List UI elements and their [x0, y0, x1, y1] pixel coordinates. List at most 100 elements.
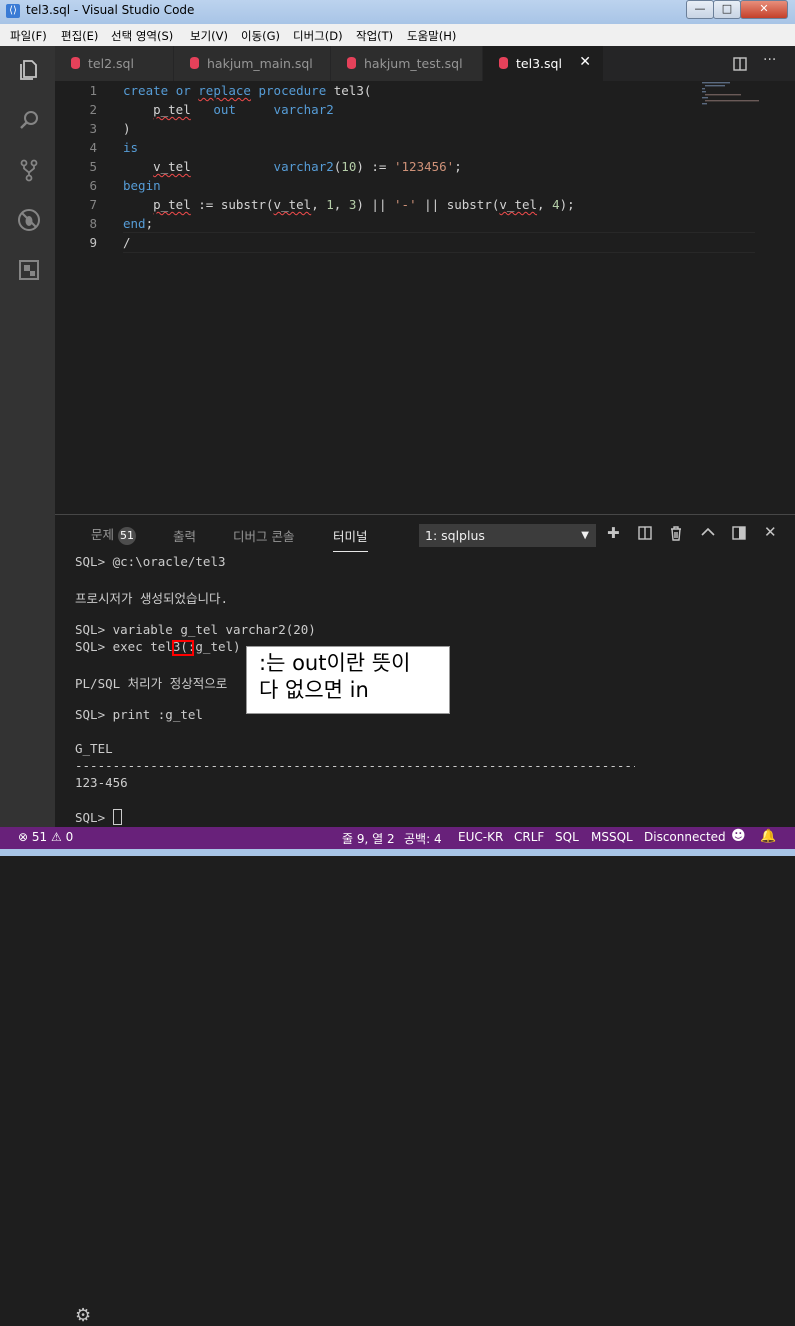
search-icon[interactable]: [17, 108, 41, 132]
tab-tel3[interactable]: tel3.sql ✕: [483, 46, 604, 81]
explorer-icon[interactable]: [17, 58, 41, 82]
line-ending[interactable]: CRLF: [514, 830, 544, 844]
close-tab-icon[interactable]: ✕: [579, 54, 591, 70]
smiley-feedback-icon[interactable]: ☻: [731, 828, 746, 844]
line-number: 9: [89, 235, 97, 250]
code-line: is: [123, 140, 139, 155]
line-number: 3: [89, 121, 97, 136]
gear-icon[interactable]: ⚙: [75, 1305, 91, 1326]
split-editor-icon[interactable]: [733, 57, 747, 71]
annotation-note: :는 out이란 뜻이 다 없으면 in: [246, 646, 450, 714]
language-mode[interactable]: SQL: [555, 830, 579, 844]
tab-tel2[interactable]: tel2.sql: [55, 46, 174, 81]
source-control-icon[interactable]: [17, 158, 41, 182]
tab-debug-console[interactable]: 디버그 콘솔: [233, 526, 294, 545]
line-number: 4: [89, 140, 97, 155]
terminal-line: 123-456: [75, 775, 128, 790]
code-line: end;: [123, 216, 154, 231]
cursor-position[interactable]: 줄 9, 열 2: [342, 830, 395, 847]
code-line: begin: [123, 178, 161, 193]
tab-label: tel2.sql: [88, 56, 134, 71]
terminal-select-value: 1: sqlplus: [425, 528, 485, 543]
menu-selection[interactable]: 선택 영역(S): [111, 28, 173, 44]
code-line: v_tel varchar2(10) := '123456';: [153, 159, 462, 174]
chevron-up-icon[interactable]: [701, 527, 715, 537]
minimap[interactable]: [702, 81, 762, 111]
warning-icon: ⚠: [51, 830, 62, 844]
activity-bar: [0, 46, 55, 827]
error-icon: ⊗: [18, 830, 29, 844]
menu-tasks[interactable]: 작업(T): [356, 28, 393, 44]
line-number: 6: [89, 178, 97, 193]
sql-dialect[interactable]: MSSQL: [591, 830, 633, 844]
current-line-highlight: [123, 232, 755, 253]
connection-status[interactable]: Disconnected: [644, 830, 726, 844]
tab-label: tel3.sql: [516, 56, 562, 71]
tab-hakjum-main[interactable]: hakjum_main.sql: [174, 46, 331, 81]
error-count: 51: [31, 830, 48, 844]
window-title: tel3.sql - Visual Studio Code: [26, 3, 195, 17]
tab-terminal[interactable]: 터미널: [333, 526, 368, 552]
menu-bar: 파일(F) 편집(E) 선택 영역(S) 보기(V) 이동(G) 디버그(D) …: [0, 24, 795, 47]
code-line: p_tel out varchar2: [153, 102, 334, 117]
terminal-prompt-text: SQL>: [75, 810, 113, 825]
new-terminal-icon[interactable]: ✚: [607, 524, 620, 542]
more-actions-icon[interactable]: ···: [763, 52, 776, 68]
annotation-line-1: :는 out이란 뜻이: [259, 651, 411, 675]
code-editor[interactable]: 1 2 3 4 5 6 7 8 9 create or replace proc…: [55, 81, 795, 514]
tab-label: hakjum_main.sql: [207, 56, 313, 71]
bell-icon[interactable]: 🔔: [760, 829, 776, 844]
split-terminal-icon[interactable]: [638, 526, 652, 540]
menu-file[interactable]: 파일(F): [10, 28, 47, 44]
maximize-button[interactable]: □: [713, 0, 741, 19]
database-icon: [499, 57, 508, 69]
tab-problems[interactable]: 문제 51: [91, 524, 137, 545]
line-number: 1: [89, 83, 97, 98]
terminal-line: SQL> @c:\oracle/tel3: [75, 554, 226, 569]
vscode-logo-icon: ⟨⟩: [6, 4, 20, 18]
problems-status[interactable]: ⊗ 51 ⚠ 0: [18, 830, 73, 844]
menu-debug[interactable]: 디버그(D): [293, 28, 343, 44]
highlight-box: [172, 640, 194, 656]
menu-view[interactable]: 보기(V): [190, 28, 228, 44]
terminal-line: 프로시저가 생성되었습니다.: [75, 591, 229, 606]
terminal-line: SQL> variable g_tel varchar2(20): [75, 622, 316, 637]
debug-icon[interactable]: [17, 208, 41, 232]
line-number: 7: [89, 197, 97, 212]
code-line: create or replace procedure tel3(: [123, 83, 372, 98]
minimize-button[interactable]: —: [686, 0, 714, 19]
editor-tabs: tel2.sql hakjum_main.sql hakjum_test.sql…: [55, 46, 795, 81]
close-panel-icon[interactable]: ✕: [764, 523, 777, 541]
window-frame: [0, 849, 795, 856]
terminal-separator: ----------------------------------------…: [75, 758, 635, 773]
extensions-icon[interactable]: [17, 258, 41, 282]
terminal-cursor: [112, 809, 122, 825]
menu-go[interactable]: 이동(G): [241, 28, 280, 44]
tab-output[interactable]: 출력: [173, 526, 196, 545]
database-icon: [347, 57, 356, 69]
menu-edit[interactable]: 편집(E): [61, 28, 98, 44]
terminal-line: SQL> print :g_tel: [75, 707, 203, 722]
line-number: 8: [89, 216, 97, 231]
code-line: p_tel := substr(v_tel, 1, 3) || '-' || s…: [153, 197, 575, 212]
tab-hakjum-test[interactable]: hakjum_test.sql: [331, 46, 483, 81]
maximize-panel-icon[interactable]: [732, 526, 746, 540]
chevron-down-icon: ▼: [581, 530, 589, 541]
close-window-button[interactable]: ✕: [740, 0, 788, 19]
tab-label: hakjum_test.sql: [364, 56, 463, 71]
terminal-line: SQL> exec tel3(:g_tel): [75, 639, 241, 654]
database-icon: [190, 57, 199, 69]
code-line: ): [123, 121, 131, 136]
warning-count: 0: [65, 830, 74, 844]
problems-count-badge: 51: [118, 527, 137, 545]
terminal-prompt[interactable]: SQL>: [75, 809, 122, 825]
encoding[interactable]: EUC-KR: [458, 830, 503, 844]
menu-help[interactable]: 도움말(H): [407, 28, 456, 44]
terminal-select[interactable]: 1: sqlplus ▼: [419, 524, 596, 547]
terminal-line: G_TEL: [75, 741, 113, 756]
indentation[interactable]: 공백: 4: [404, 830, 442, 847]
status-bar: ⊗ 51 ⚠ 0 줄 9, 열 2 공백: 4 EUC-KR CRLF SQL …: [0, 827, 795, 849]
line-number: 5: [89, 159, 97, 174]
window-title-bar: ⟨⟩ tel3.sql - Visual Studio Code — □ ✕: [0, 0, 795, 25]
trash-icon[interactable]: [669, 525, 683, 541]
